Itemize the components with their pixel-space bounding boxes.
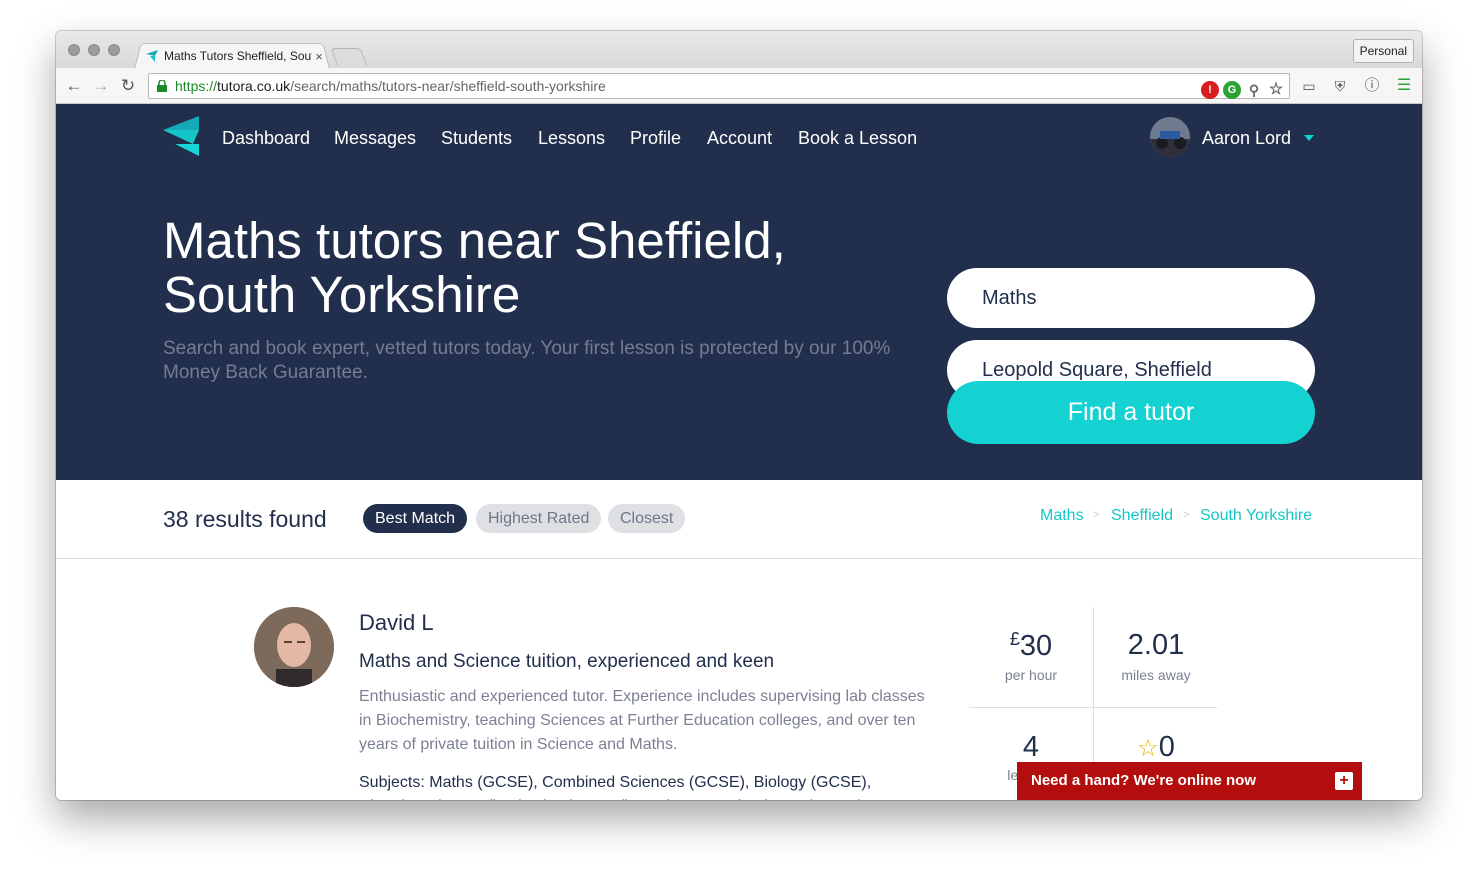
chat-expand-icon[interactable]: + xyxy=(1335,772,1353,790)
price-amount: 30 xyxy=(1019,630,1053,662)
address-bar[interactable]: https://tutora.co.uk/search/maths/tutors… xyxy=(148,73,1290,99)
sort-closest[interactable]: Closest xyxy=(608,504,686,533)
distance-label: miles away xyxy=(1121,667,1191,683)
tutora-logo-icon[interactable] xyxy=(163,116,199,156)
breadcrumb-separator: > xyxy=(1183,509,1190,521)
minimize-window-button[interactable] xyxy=(88,44,100,56)
ublock-shield-icon[interactable]: ⛨ xyxy=(1330,76,1350,96)
results-bar: 38 results found Best Match Highest Rate… xyxy=(56,480,1422,559)
page-subtitle: Search and book expert, vetted tutors to… xyxy=(163,338,891,383)
browser-tab-content[interactable]: Maths Tutors Sheffield, South Yorkshire … xyxy=(146,47,326,65)
breadcrumb-sheffield[interactable]: Sheffield xyxy=(1111,507,1173,525)
profile-button[interactable]: Personal xyxy=(1352,39,1414,63)
nav-profile[interactable]: Profile xyxy=(630,128,681,149)
close-window-button[interactable] xyxy=(68,44,80,56)
cast-icon[interactable]: ▭ xyxy=(1299,76,1319,96)
breadcrumb-south-yorkshire[interactable]: South Yorkshire xyxy=(1200,507,1312,525)
url-path: /search/maths/tutors-near/sheffield-sout… xyxy=(290,78,606,94)
tab-bar: Maths Tutors Sheffield, South Yorkshire … xyxy=(56,31,1422,69)
nav-lessons[interactable]: Lessons xyxy=(538,128,605,149)
price-label: per hour xyxy=(1004,667,1058,683)
tab-title: Maths Tutors Sheffield, South Yorkshire xyxy=(164,49,312,63)
new-tab-button[interactable] xyxy=(330,48,368,66)
back-arrow-icon[interactable]: ← xyxy=(64,76,84,96)
user-menu-caret-icon[interactable] xyxy=(1304,135,1314,141)
stats-divider xyxy=(969,707,1217,708)
tab-close-icon[interactable]: × xyxy=(312,49,326,64)
nav-students[interactable]: Students xyxy=(441,128,512,149)
currency-symbol: £ xyxy=(1009,629,1020,649)
find-a-tutor-button[interactable]: Find a tutor xyxy=(947,381,1315,444)
sort-best-match[interactable]: Best Match xyxy=(363,504,468,533)
live-chat-widget[interactable]: Need a hand? We're online now + xyxy=(1017,762,1362,800)
info-circle-icon[interactable]: ⓘ xyxy=(1362,76,1382,96)
chat-label: Need a hand? We're online now xyxy=(1031,772,1256,789)
sort-highest-rated[interactable]: Highest Rated xyxy=(476,504,602,533)
nav-messages[interactable]: Messages xyxy=(334,128,416,149)
url-host: tutora.co.uk xyxy=(217,78,291,94)
url-text: https://tutora.co.uk/search/maths/tutors… xyxy=(175,74,606,98)
user-avatar[interactable] xyxy=(1150,117,1190,157)
star-icon: ☆ xyxy=(1137,735,1159,762)
tutor-tagline: Maths and Science tuition, experienced a… xyxy=(359,651,775,672)
browser-toolbar: ← → ↻ https://tutora.co.uk/search/maths/… xyxy=(56,68,1422,104)
alert-extension-icon[interactable]: ! xyxy=(1201,81,1219,99)
breadcrumb-maths[interactable]: Maths xyxy=(1040,507,1084,525)
user-avatar-image xyxy=(1150,117,1190,157)
url-scheme: https:// xyxy=(175,78,218,94)
lessons-value: 4 xyxy=(1022,731,1040,763)
key-icon[interactable]: ⚲ xyxy=(1245,81,1263,99)
forward-arrow-icon[interactable]: → xyxy=(91,76,111,96)
tutor-name[interactable]: David L xyxy=(359,610,434,636)
reload-icon[interactable]: ↻ xyxy=(118,76,138,96)
price-value: £30 xyxy=(969,629,1093,663)
nav-dashboard[interactable]: Dashboard xyxy=(222,128,310,149)
menu-hamburger-icon[interactable]: ☰ xyxy=(1394,76,1414,96)
rating-number: 0 xyxy=(1158,731,1175,763)
tutor-photo-image xyxy=(254,607,334,687)
browser-window: Maths Tutors Sheffield, South Yorkshire … xyxy=(56,31,1422,800)
lock-icon xyxy=(157,80,167,92)
tutor-photo[interactable] xyxy=(254,607,334,687)
rating-value: ☆0 xyxy=(1094,731,1218,764)
user-name[interactable]: Aaron Lord xyxy=(1202,128,1291,149)
site-header: Dashboard Messages Students Lessons Prof… xyxy=(56,104,1422,480)
tutora-favicon-icon xyxy=(146,50,158,62)
results-count: 38 results found xyxy=(163,506,327,532)
distance-value: 2.01 xyxy=(1127,629,1185,661)
subject-input[interactable]: Maths xyxy=(947,268,1315,328)
breadcrumb-separator: > xyxy=(1093,509,1100,521)
tutor-subjects: Subjects: Maths (GCSE), Combined Science… xyxy=(359,774,872,800)
nav-account[interactable]: Account xyxy=(707,128,772,149)
page-title: Maths tutors near Sheffield, South Yorks… xyxy=(163,212,786,323)
grammarly-extension-icon[interactable]: G xyxy=(1223,81,1241,99)
tutor-bio: Enthusiastic and experienced tutor. Expe… xyxy=(359,688,925,753)
nav-book-a-lesson[interactable]: Book a Lesson xyxy=(798,128,917,149)
bookmark-star-icon[interactable]: ☆ xyxy=(1267,81,1285,99)
zoom-window-button[interactable] xyxy=(108,44,120,56)
